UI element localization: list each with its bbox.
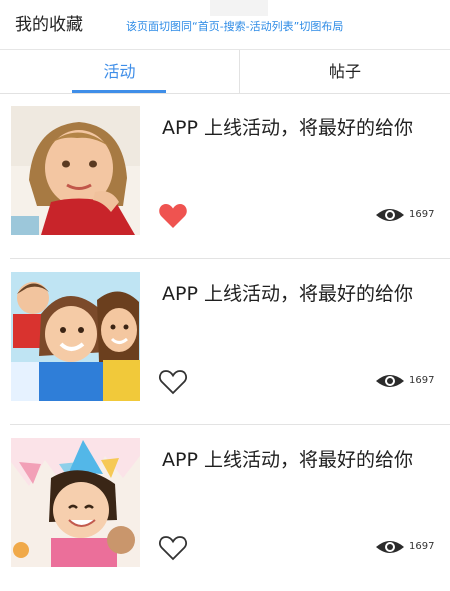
child-photo-image (11, 106, 140, 235)
list-item[interactable]: APP 上线活动，将最好的给你 1697 (0, 426, 450, 591)
divider (10, 424, 450, 425)
tab-posts[interactable]: 帖子 (240, 50, 450, 93)
view-count-group: 1697 (375, 204, 445, 226)
like-button[interactable] (158, 534, 188, 562)
view-count: 1697 (409, 209, 435, 220)
list-item[interactable]: APP 上线活动，将最好的给你 1697 (0, 260, 450, 425)
app-header: 我的收藏 该页面切图同“首页-搜索-活动列表”切图布局 (0, 0, 450, 50)
activity-thumbnail[interactable] (11, 272, 140, 401)
birthday-photo-image (11, 438, 140, 567)
divider (10, 258, 450, 259)
activity-thumbnail[interactable] (11, 438, 140, 567)
eye-icon (376, 375, 404, 387)
like-button[interactable] (158, 368, 188, 396)
view-count-group: 1697 (375, 536, 445, 558)
eye-icon (376, 209, 404, 221)
header-decoration (210, 0, 268, 16)
design-note: 该页面切图同“首页-搜索-活动列表”切图布局 (126, 20, 344, 33)
activity-title[interactable]: APP 上线活动，将最好的给你 (162, 448, 413, 472)
tab-bar: 活动 帖子 (0, 50, 450, 94)
heart-outline-icon (159, 370, 187, 395)
view-count-group: 1697 (375, 370, 445, 392)
eye-icon (376, 541, 404, 553)
children-photo-image (11, 272, 140, 401)
heart-outline-icon (159, 536, 187, 561)
activity-thumbnail[interactable] (11, 106, 140, 235)
view-count: 1697 (409, 375, 435, 386)
heart-filled-icon (159, 204, 187, 228)
activity-title[interactable]: APP 上线活动，将最好的给你 (162, 116, 413, 140)
page-title: 我的收藏 (15, 15, 83, 35)
tab-activity[interactable]: 活动 (0, 50, 239, 93)
view-count: 1697 (409, 541, 435, 552)
like-button[interactable] (158, 202, 188, 230)
list-item[interactable]: APP 上线活动，将最好的给你 1697 (0, 94, 450, 259)
active-tab-indicator (72, 90, 166, 93)
activity-title[interactable]: APP 上线活动，将最好的给你 (162, 282, 413, 306)
